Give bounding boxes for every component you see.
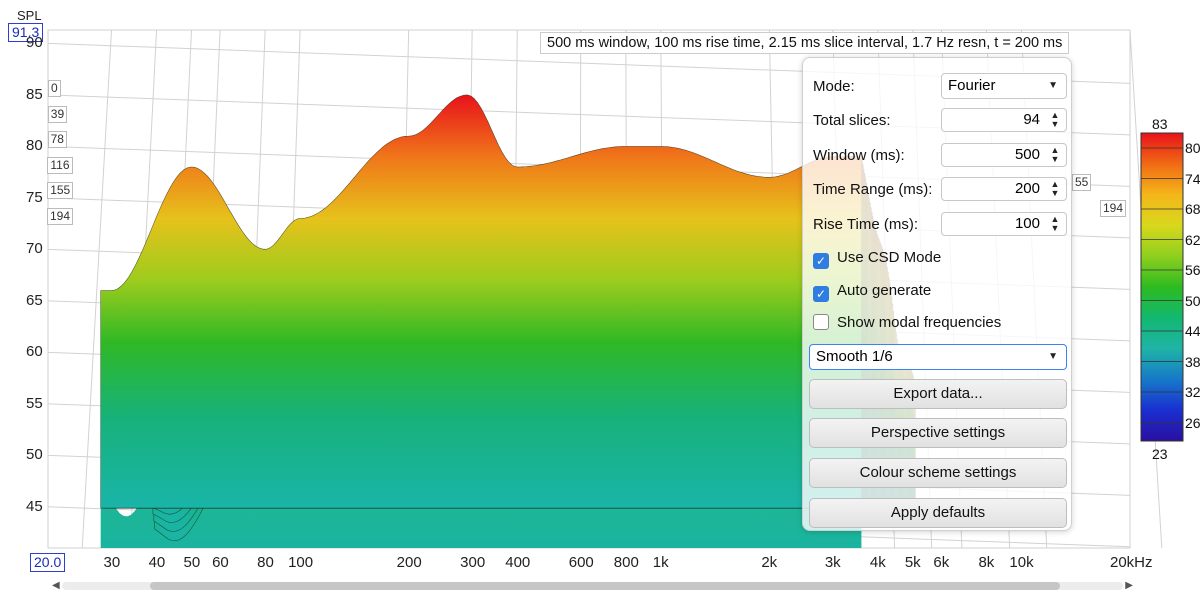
x-tick-label: 200 [396,554,422,571]
x-tick-label: 400 [505,554,531,571]
x-tick-label: 30 [103,554,121,571]
rise-time-value: 100 [1014,215,1040,232]
y-tick-label: 45 [26,497,43,515]
y-tick-label: 75 [26,188,43,206]
horizontal-scrollbar[interactable]: ◀ ▶ [50,578,1135,594]
x-tick-label: 800 [613,554,639,571]
y-tick-label: 50 [26,446,43,464]
x-axis-left-value[interactable]: 20.0 [30,553,66,572]
x-tick-label: 3k [824,554,841,571]
x-tick-label: 20kHz [1110,554,1153,571]
checkbox-checked-icon[interactable]: ✓ [813,286,829,302]
y-tick-label: 60 [26,343,43,361]
colour-scale-tick-label: 56 [1185,262,1200,278]
waterfall-surface [100,94,916,548]
smoothing-select[interactable]: Smooth 1/6 ▼ [809,344,1067,370]
slice-time-label: 0 [48,80,61,97]
colour-scale-tick-label: 74 [1185,170,1200,187]
x-tick-label: 50 [183,554,201,571]
slice-time-label: 155 [47,182,74,199]
x-tick-label: 60 [212,554,229,571]
perspective-settings-button[interactable]: Perspective settings [809,418,1067,448]
total-slices-label: Total slices: [813,112,891,129]
analysis-info-banner: 500 ms window, 100 ms rise time, 2.15 ms… [540,32,1070,54]
slice-time-label: 194 [47,207,74,225]
colour-scale-tick-label: 62 [1185,231,1200,248]
colour-scale-tick-label: 38 [1185,353,1200,370]
csd-controls-panel: Mode: Fourier ▼ Total slices: 94 ▲ ▼ Wind… [802,57,1072,531]
y-tick-label: 90 [26,34,43,52]
x-tick-label: 1k [652,554,669,571]
colour-scale-tick-label: 26 [1185,414,1200,431]
checkbox-unchecked-icon[interactable] [813,314,829,330]
y-tick-label: 70 [26,240,43,258]
x-tick-label: 2k [761,554,778,571]
time-range-label: Time Range (ms): [813,181,933,198]
use-csd-checkbox[interactable]: ✓ Use CSD Mode [813,249,941,269]
scroll-right-icon[interactable]: ▶ [1125,578,1133,594]
export-data-button[interactable]: Export data... [809,379,1067,409]
colour-scale-tick-label: 32 [1185,384,1200,400]
x-tick-label: 5k [904,554,921,571]
x-tick-label: 8k [978,554,995,571]
total-slices-value: 94 [1023,111,1040,128]
stepper-arrows-icon[interactable]: ▲ ▼ [1048,180,1062,198]
checkbox-checked-icon[interactable]: ✓ [813,253,829,269]
y-axis-title: SPL [17,8,42,23]
mode-select[interactable]: Fourier ▼ [941,73,1067,99]
colour-scale-min: 23 [1152,446,1168,462]
rise-time-stepper[interactable]: 100 ▲ ▼ [941,212,1067,236]
colour-scale-tick-label: 50 [1185,292,1200,309]
colour-scale-bar [1140,132,1184,442]
use-csd-label: Use CSD Mode [837,249,942,266]
x-tick-label: 6k [933,554,950,571]
colour-scale-max: 83 [1152,116,1168,132]
stepper-arrows-icon[interactable]: ▲ ▼ [1048,146,1062,164]
stepper-arrows-icon[interactable]: ▲ ▼ [1048,111,1062,129]
mode-label: Mode: [813,78,855,95]
show-modal-label: Show modal frequencies [837,314,1002,331]
window-stepper[interactable]: 500 ▲ ▼ [941,143,1067,167]
rise-time-label: Rise Time (ms): [813,216,918,233]
slice-time-label: 78 [47,131,67,148]
slice-time-label: 116 [47,156,73,174]
show-modal-checkbox[interactable]: Show modal frequencies [813,314,1001,331]
total-slices-stepper[interactable]: 94 ▲ ▼ [941,108,1067,132]
x-tick-label: 300 [460,554,486,571]
y-tick-label: 85 [26,85,43,103]
slice-time-label: 194 [1100,200,1127,217]
x-tick-label: 600 [568,554,594,571]
y-tick-label: 55 [26,394,43,412]
smoothing-select-value: Smooth 1/6 [816,348,893,365]
x-tick-label: 40 [148,554,166,571]
slice-time-label: 55 [1072,174,1092,191]
window-value: 500 [1014,146,1040,163]
x-tick-label: 4k [869,554,886,571]
colour-scale-tick-label: 44 [1185,323,1200,339]
time-range-value: 200 [1014,180,1040,197]
time-range-stepper[interactable]: 200 ▲ ▼ [941,177,1067,201]
scroll-left-icon[interactable]: ◀ [52,578,60,594]
x-tick-label: 100 [288,554,314,571]
colour-scheme-settings-button[interactable]: Colour scheme settings [809,458,1067,488]
slice-time-label: 39 [47,105,68,123]
window-label: Window (ms): [813,147,905,164]
x-tick-label: 10k [1009,554,1034,571]
stepper-arrows-icon[interactable]: ▲ ▼ [1048,215,1062,233]
y-tick-label: 80 [26,137,43,155]
apply-defaults-button[interactable]: Apply defaults [809,498,1067,528]
auto-generate-label: Auto generate [837,282,932,299]
colour-scale-tick-label: 80 [1185,140,1200,156]
auto-generate-checkbox[interactable]: ✓ Auto generate [813,282,931,302]
x-tick-label: 80 [257,554,274,571]
y-tick-label: 65 [26,291,43,309]
colour-scale-tick-label: 68 [1185,201,1200,217]
chevron-down-icon: ▼ [1048,80,1058,91]
chevron-down-icon: ▼ [1048,351,1058,362]
scrollbar-thumb[interactable] [150,582,1060,590]
mode-select-value: Fourier [948,77,996,94]
csd-waterfall-window: SPL 91.3 90 85 80 75 70 65 60 55 50 45 0 39 78 116 15… [0,0,1200,608]
